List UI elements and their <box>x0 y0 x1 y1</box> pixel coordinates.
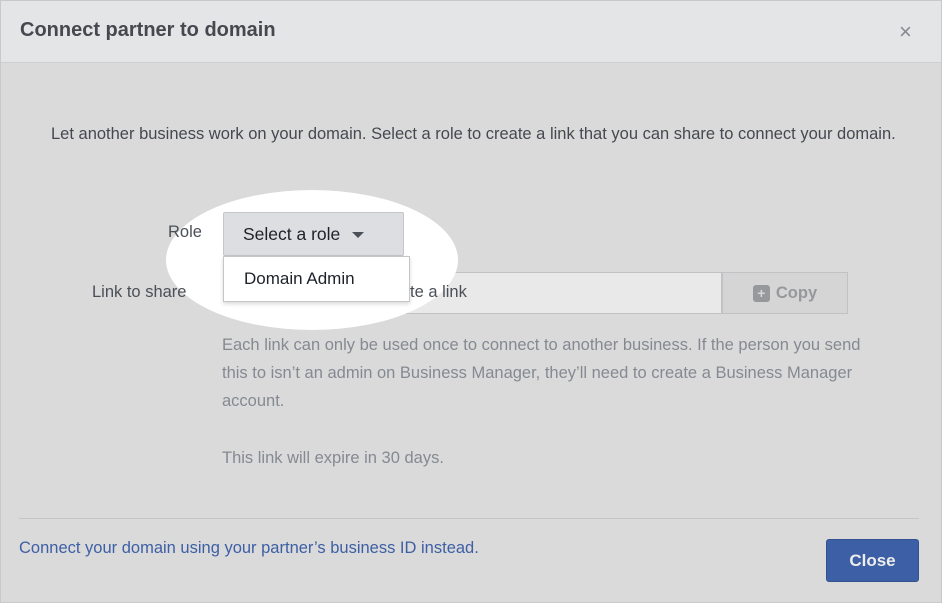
copy-button-label: Copy <box>775 283 818 302</box>
role-option-domain-admin[interactable]: Domain Admin <box>224 257 409 301</box>
copy-button[interactable]: + Copy <box>722 272 848 314</box>
role-dropdown-menu: Domain Admin <box>223 256 410 302</box>
close-icon[interactable]: × <box>899 19 912 45</box>
link-expiry-text: This link will expire in 30 days. <box>222 449 444 467</box>
copy-icon: + <box>752 284 770 302</box>
connect-partner-dialog: Connect partner to domain × Let another … <box>0 0 942 603</box>
dialog-title: Connect partner to domain <box>20 19 276 41</box>
link-field-text: te a link <box>410 283 467 301</box>
chevron-down-icon <box>352 232 365 238</box>
close-button[interactable]: Close <box>826 539 919 582</box>
dialog-description: Let another business work on your domain… <box>51 125 896 143</box>
role-label: Role <box>168 223 202 241</box>
link-to-share-label: Link to share <box>92 283 187 301</box>
dialog-header: Connect partner to domain × <box>1 1 941 63</box>
role-select-value: Select a role <box>243 223 341 244</box>
link-help-text: Each link can only be used once to conne… <box>222 336 861 410</box>
partner-business-id-link[interactable]: Connect your domain using your partner’s… <box>19 539 479 558</box>
role-select[interactable]: Select a role <box>223 212 404 256</box>
footer-divider <box>19 518 919 519</box>
